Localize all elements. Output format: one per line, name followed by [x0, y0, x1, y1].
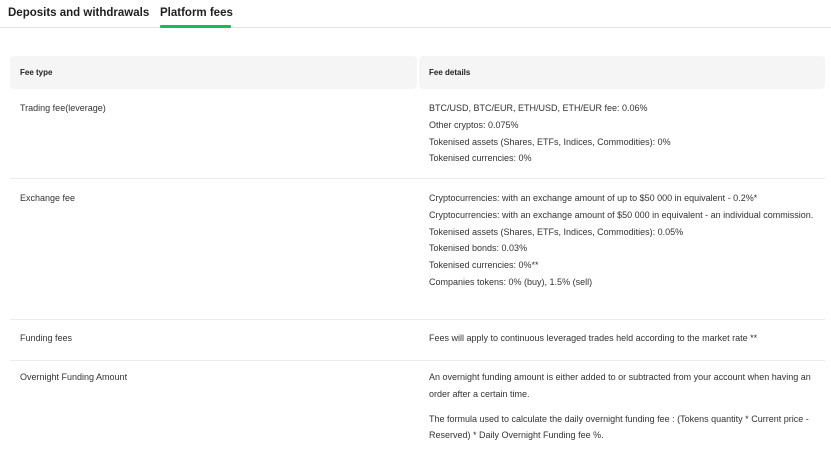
detail-line: Tokenised assets (Shares, ETFs, Indices,…	[429, 136, 671, 147]
detail-line: An overnight funding amount is either ad…	[429, 372, 811, 399]
detail-line: Cryptocurrencies: with an exchange amoun…	[429, 209, 814, 220]
header-fee-type: Fee type	[10, 56, 417, 89]
detail-line: Cryptocurrencies: with an exchange amoun…	[429, 193, 758, 203]
fee-details-exchange: Cryptocurrencies: with an exchange amoun…	[429, 190, 821, 291]
fee-type-overnight: Overnight Funding Amount	[20, 372, 128, 382]
detail-line: The formula used to calculate the daily …	[429, 413, 809, 441]
detail-line: BTC/USD, BTC/EUR, ETH/USD, ETH/EUR fee: …	[429, 103, 648, 113]
fee-type-exchange: Exchange fee	[20, 193, 76, 203]
detail-line: Other cryptos: 0.075%	[429, 119, 519, 130]
fee-details-trading: BTC/USD, BTC/EUR, ETH/USD, ETH/EUR fee: …	[429, 100, 821, 167]
detail-line: Fees will apply to continuous leveraged …	[429, 333, 758, 343]
detail-line: Tokenised currencies: 0%	[429, 153, 532, 164]
row-divider	[10, 178, 825, 179]
header-fee-type-label: Fee type	[20, 68, 53, 77]
fee-details-overnight: An overnight funding amount is either ad…	[429, 369, 821, 444]
tab-bar: Deposits and withdrawals Platform fees	[0, 0, 831, 28]
header-fee-details: Fee details	[419, 56, 825, 89]
fee-details-funding: Fees will apply to continuous leveraged …	[429, 330, 821, 347]
fee-type-trading: Trading fee(leverage)	[20, 103, 106, 113]
header-fee-details-label: Fee details	[429, 68, 471, 77]
row-divider	[10, 360, 825, 361]
tab-deposits-and-withdrawals[interactable]: Deposits and withdrawals	[8, 7, 149, 19]
detail-line: Companies tokens: 0% (buy), 1.5% (sell)	[429, 276, 593, 287]
row-divider	[10, 319, 825, 320]
fee-type-funding: Funding fees	[20, 333, 73, 343]
detail-line: Tokenised currencies: 0%**	[429, 260, 539, 271]
active-tab-indicator	[160, 25, 231, 28]
detail-line: Tokenised assets (Shares, ETFs, Indices,…	[429, 226, 684, 237]
detail-line: Tokenised bonds: 0.03%	[429, 243, 528, 254]
tab-platform-fees[interactable]: Platform fees	[160, 7, 233, 19]
